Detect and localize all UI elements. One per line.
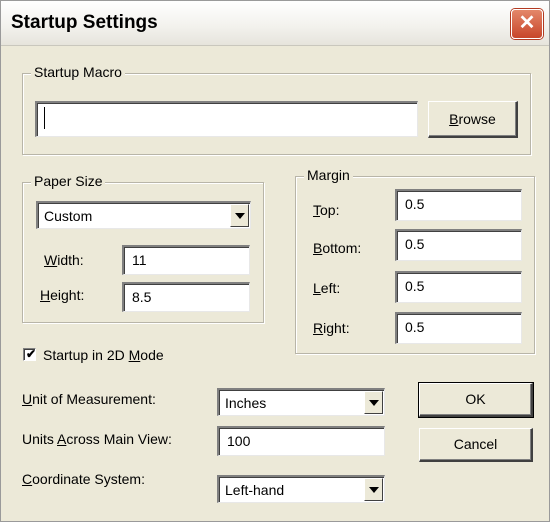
- margin-left-input[interactable]: 0.5: [395, 271, 522, 303]
- height-mnemonic: H: [40, 287, 51, 303]
- right-label-text: ight:: [323, 320, 350, 336]
- startup-2d-mnemonic: M: [128, 347, 141, 363]
- height-label-text: eight:: [50, 287, 85, 303]
- bottom-mnemonic: B: [313, 240, 323, 256]
- margin-left-value: 0.5: [405, 278, 425, 294]
- paper-size-legend: Paper Size: [31, 173, 106, 189]
- coordinate-label-rest: oordinate System:: [32, 471, 145, 487]
- width-label: Width:: [44, 252, 84, 268]
- unit-label-rest: nit of Measurement:: [32, 391, 156, 407]
- chevron-down-icon[interactable]: [230, 204, 249, 227]
- margin-legend: Margin: [304, 167, 353, 183]
- startup-macro-input[interactable]: [35, 101, 418, 137]
- height-input[interactable]: 8.5: [122, 282, 250, 312]
- startup-macro-legend: Startup Macro: [31, 64, 125, 80]
- paper-size-selected: Custom: [44, 208, 93, 224]
- margin-bottom-value: 0.5: [405, 236, 425, 252]
- left-mnemonic: L: [313, 280, 321, 296]
- unit-of-measurement-select[interactable]: Inches: [217, 388, 385, 416]
- coordinate-selected: Left-hand: [225, 482, 285, 498]
- startup-2d-label-prefix: Startup in 2D: [43, 347, 129, 363]
- width-label-text: idth:: [57, 252, 84, 268]
- left-label-text: eft:: [320, 280, 341, 296]
- browse-button[interactable]: Browse: [428, 101, 518, 138]
- startup-2d-label-rest: ode: [140, 347, 164, 363]
- top-mnemonic: T: [313, 202, 320, 218]
- margin-bottom-input[interactable]: 0.5: [395, 229, 522, 261]
- width-value: 11: [132, 252, 147, 268]
- startup-2d-checkbox[interactable]: ✔: [23, 348, 36, 361]
- dialog-title: Startup Settings: [11, 12, 158, 33]
- title-bar[interactable]: Startup Settings ✕: [1, 1, 549, 46]
- margin-right-input[interactable]: 0.5: [395, 312, 522, 344]
- margin-top-input[interactable]: 0.5: [395, 189, 522, 221]
- checkmark-icon: ✔: [26, 347, 37, 361]
- left-label: Left:: [313, 280, 340, 296]
- ok-button[interactable]: OK: [418, 382, 534, 418]
- text-caret: [44, 107, 45, 129]
- height-label: Height:: [40, 287, 84, 303]
- unit-selected: Inches: [225, 395, 267, 411]
- coordinate-system-label: Coordinate System:: [22, 471, 145, 487]
- units-across-rest: cross Main View:: [66, 431, 172, 447]
- height-value: 8.5: [132, 289, 152, 305]
- close-button[interactable]: ✕: [511, 9, 543, 39]
- startup-2d-label[interactable]: Startup in 2D Mode: [43, 347, 164, 363]
- units-across-value: 100: [227, 433, 251, 449]
- unit-of-measurement-label: Unit of Measurement:: [22, 391, 156, 407]
- top-label-text: op:: [320, 202, 340, 218]
- ok-label: OK: [465, 391, 486, 407]
- startup-settings-dialog: Startup Settings ✕ Startup Macro Browse …: [0, 0, 550, 522]
- right-label: Right:: [313, 320, 350, 336]
- chevron-down-icon[interactable]: [364, 478, 383, 501]
- units-across-input[interactable]: 100: [217, 426, 385, 456]
- bottom-label: Bottom:: [313, 240, 361, 256]
- units-across-label: Units Across Main View:: [22, 431, 172, 447]
- coordinate-system-select[interactable]: Left-hand: [217, 475, 385, 503]
- top-label: Top:: [313, 202, 339, 218]
- width-mnemonic: W: [44, 252, 58, 268]
- coordinate-mnemonic: C: [22, 471, 33, 487]
- cancel-button[interactable]: Cancel: [419, 428, 533, 462]
- browse-label: rowse: [458, 111, 496, 127]
- paper-size-select[interactable]: Custom: [36, 201, 251, 229]
- chevron-down-icon[interactable]: [364, 391, 383, 414]
- units-across-prefix: Units: [22, 431, 58, 447]
- margin-right-value: 0.5: [405, 319, 425, 335]
- margin-top-value: 0.5: [405, 196, 425, 212]
- units-across-mnemonic: A: [57, 431, 67, 447]
- cancel-label: Cancel: [453, 436, 498, 452]
- bottom-label-text: ottom:: [322, 240, 362, 256]
- close-icon: ✕: [518, 12, 536, 34]
- width-input[interactable]: 11: [122, 245, 250, 275]
- right-mnemonic: R: [313, 320, 324, 336]
- unit-mnemonic: U: [22, 391, 33, 407]
